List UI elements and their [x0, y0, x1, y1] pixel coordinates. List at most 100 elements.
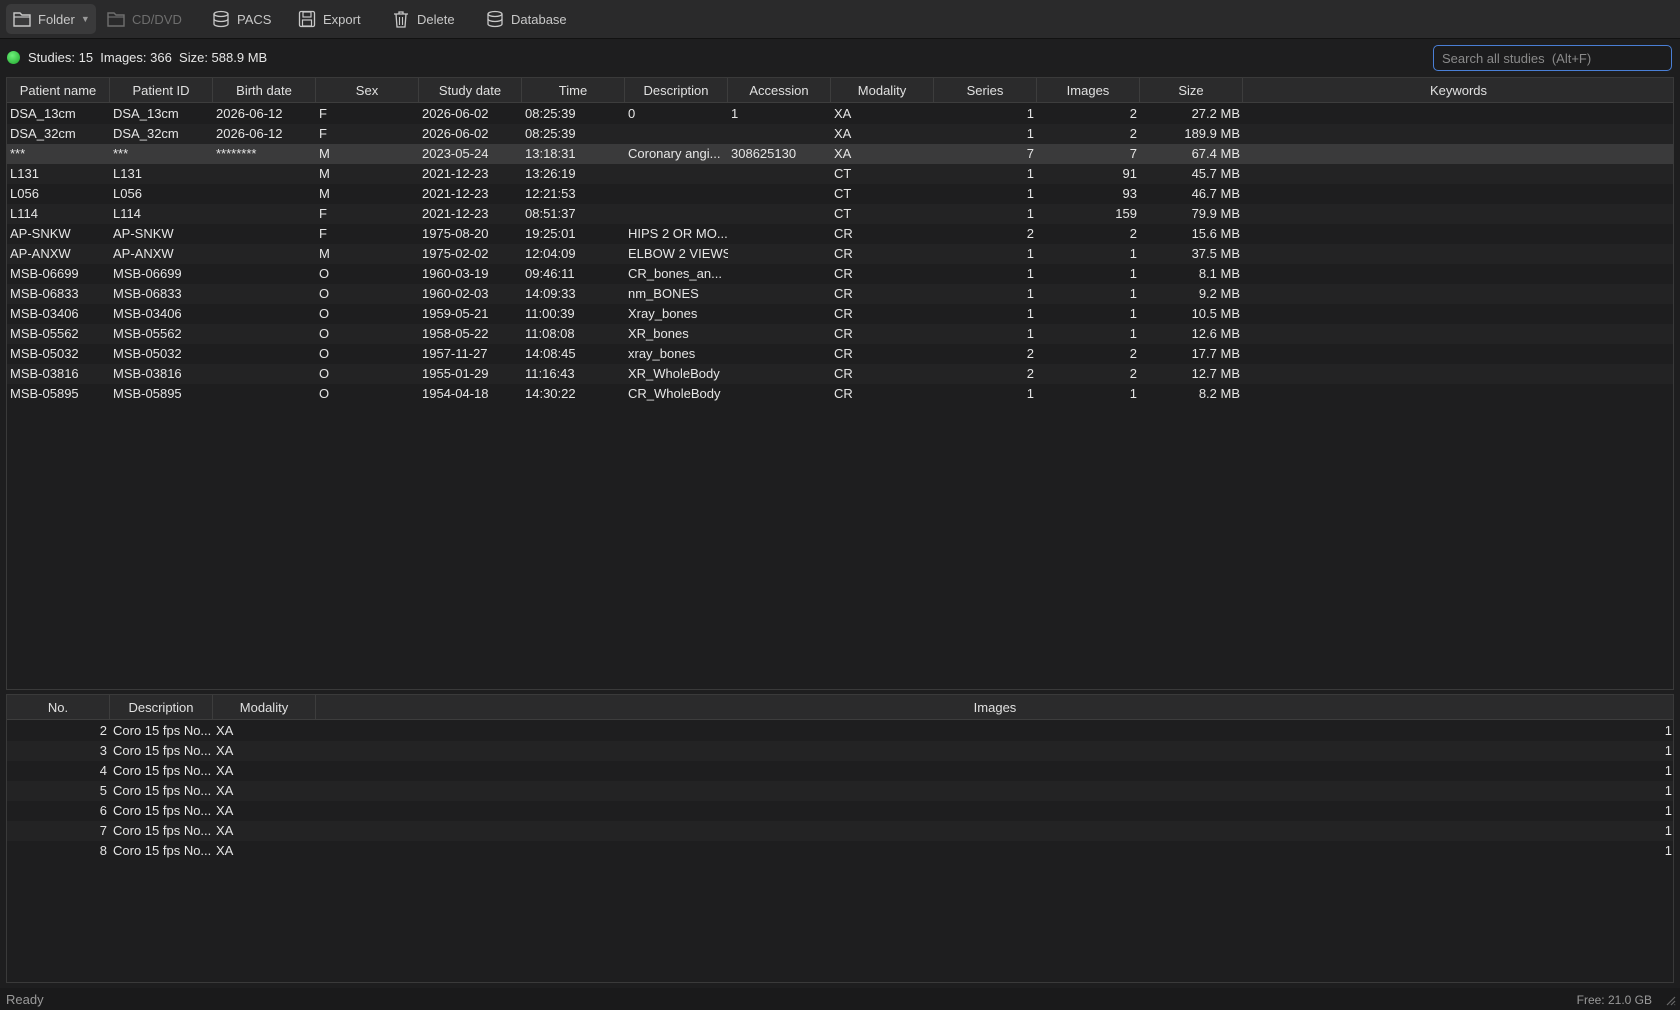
cell-patient-name: AP-ANXW	[10, 246, 71, 261]
table-row[interactable]: MSB-03406 MSB-03406 O 1959-05-21 11:00:39 Xra…	[7, 304, 1673, 324]
table-row[interactable]: 4 Coro 15 fps No... XA 1	[7, 761, 1673, 781]
cell-size: 79.9 MB	[1191, 206, 1240, 221]
table-row[interactable]: 6 Coro 15 fps No... XA 1	[7, 801, 1673, 821]
cell-description: CR_bones_an...	[628, 266, 722, 281]
cell-patient-id: MSB-06833	[113, 286, 182, 301]
table-row[interactable]: MSB-03816 MSB-03816 O 1955-01-29 11:16:43 XR_…	[7, 364, 1673, 384]
cell-images: 1	[1664, 803, 1672, 818]
cell-time: 19:25:01	[525, 226, 576, 241]
cell-series: 1	[1026, 126, 1034, 141]
cell-patient-name: L114	[10, 206, 38, 221]
cell-modality: CR	[834, 326, 853, 341]
column-header-patient-id[interactable]: Patient ID	[110, 78, 213, 103]
table-row[interactable]: 5 Coro 15 fps No... XA 1	[7, 781, 1673, 801]
cell-time: 12:21:53	[525, 186, 576, 201]
column-header-images[interactable]: Images	[316, 695, 1673, 720]
table-row[interactable]: 2 Coro 15 fps No... XA 1	[7, 721, 1673, 741]
cell-time: 14:08:45	[525, 346, 576, 361]
cell-description: Coronary angi...	[628, 146, 721, 161]
cell-patient-id: ***	[113, 146, 129, 161]
cell-modality: XA	[834, 106, 852, 121]
cell-series: 7	[1026, 146, 1034, 161]
studies-table: Patient name Patient ID Birth date Sex Study…	[6, 77, 1674, 690]
pacs-button[interactable]: PACS	[211, 4, 271, 34]
cell-description	[625, 164, 728, 184]
column-header-images[interactable]: Images	[1037, 78, 1140, 103]
column-header-modality[interactable]: Modality	[213, 695, 316, 720]
cell-patient-name: MSB-05562	[10, 326, 79, 341]
cell-series: 1	[1026, 106, 1034, 121]
column-header-keywords[interactable]: Keywords	[1243, 78, 1673, 103]
cell-sex: O	[319, 326, 330, 341]
cell-study-date: 1954-04-18	[422, 386, 489, 401]
cell-birth-date: 2026-06-12	[216, 126, 283, 141]
resize-grip-icon[interactable]	[1664, 994, 1676, 1006]
cell-study-date: 1958-05-22	[422, 326, 489, 341]
folder-button[interactable]: Folder ▼	[6, 4, 96, 34]
cell-size: 9.2 MB	[1198, 286, 1240, 301]
column-header-sex[interactable]: Sex	[316, 78, 419, 103]
table-row[interactable]: MSB-05895 MSB-05895 O 1954-04-18 14:30:22 CR_…	[7, 384, 1673, 404]
table-row[interactable]: DSA_13cm DSA_13cm 2026-06-12 F 2026-06-02 08:…	[7, 104, 1673, 124]
search-input[interactable]	[1433, 45, 1672, 71]
table-row[interactable]: 7 Coro 15 fps No... XA 1	[7, 821, 1673, 841]
table-row[interactable]: MSB-06699 MSB-06699 O 1960-03-19 09:46:11 CR_…	[7, 264, 1673, 284]
export-button[interactable]: Export	[297, 4, 361, 34]
column-header-size[interactable]: Size	[1140, 78, 1243, 103]
table-row[interactable]: L114 L114 F 2021-12-23 08:51:37 CT 1 159 79.9 MB	[7, 204, 1673, 224]
table-row[interactable]: 8 Coro 15 fps No... XA 1	[7, 841, 1673, 861]
cell-study-date: 2023-05-24	[422, 146, 489, 161]
column-header-time[interactable]: Time	[522, 78, 625, 103]
cell-description: XR_WholeBody	[628, 366, 720, 381]
chevron-down-icon[interactable]: ▼	[81, 14, 90, 24]
database-button[interactable]: Database	[485, 4, 567, 34]
cell-study-date: 2026-06-02	[422, 106, 489, 121]
column-header-birth-date[interactable]: Birth date	[213, 78, 316, 103]
column-header-description[interactable]: Description	[110, 695, 213, 720]
cell-series: 1	[1026, 166, 1034, 181]
cell-size: 37.5 MB	[1191, 246, 1240, 261]
cell-modality: CR	[834, 366, 853, 381]
table-row[interactable]: AP-ANXW AP-ANXW M 1975-02-02 12:04:09 ELBOW 2…	[7, 244, 1673, 264]
column-header-accession[interactable]: Accession	[728, 78, 831, 103]
cell-size: 45.7 MB	[1191, 166, 1240, 181]
table-row[interactable]: *** *** ******** M 2023-05-24 13:18:31 Coronar…	[7, 144, 1673, 164]
column-header-series[interactable]: Series	[934, 78, 1037, 103]
table-row[interactable]: MSB-06833 MSB-06833 O 1960-02-03 14:09:33 nm_…	[7, 284, 1673, 304]
table-row[interactable]: 3 Coro 15 fps No... XA 1	[7, 741, 1673, 761]
database-icon	[485, 10, 505, 28]
cell-modality: XA	[216, 843, 234, 858]
cell-images: 2	[1129, 126, 1137, 141]
column-header-number[interactable]: No.	[7, 695, 110, 720]
table-row[interactable]: AP-SNKW AP-SNKW F 1975-08-20 19:25:01 HIPS 2 …	[7, 224, 1673, 244]
column-header-modality[interactable]: Modality	[831, 78, 934, 103]
toolbar: Folder ▼ CD/DVD PACS Export Delete Datab…	[0, 0, 1680, 39]
cell-birth-date	[213, 324, 316, 344]
cell-images: 1	[1129, 306, 1137, 321]
column-header-description[interactable]: Description	[625, 78, 728, 103]
cell-modality: XA	[834, 126, 852, 141]
cell-accession	[728, 364, 831, 384]
cell-series: 1	[1026, 186, 1034, 201]
cell-time: 13:18:31	[525, 146, 576, 161]
cell-accession: 308625130	[731, 146, 797, 161]
column-header-study-date[interactable]: Study date	[419, 78, 522, 103]
table-row[interactable]: DSA_32cm DSA_32cm 2026-06-12 F 2026-06-02 08:…	[7, 124, 1673, 144]
cell-description: Coro 15 fps No...	[113, 743, 212, 758]
folder-icon	[12, 10, 32, 28]
table-row[interactable]: MSB-05032 MSB-05032 O 1957-11-27 14:08:45 xra…	[7, 344, 1673, 364]
folder-icon	[106, 10, 126, 28]
delete-button[interactable]: Delete	[391, 4, 455, 34]
cell-patient-name: DSA_13cm	[10, 106, 76, 121]
cell-time: 11:00:39	[525, 306, 575, 321]
cell-time: 11:08:08	[525, 326, 575, 341]
table-row[interactable]: L056 L056 M 2021-12-23 12:21:53 CT 1 93 46.7 MB	[7, 184, 1673, 204]
table-row[interactable]: L131 L131 M 2021-12-23 13:26:19 CT 1 91 45.7 MB	[7, 164, 1673, 184]
cell-modality: CR	[834, 266, 853, 281]
cell-study-date: 2021-12-23	[422, 166, 489, 181]
cell-size: 189.9 MB	[1184, 126, 1240, 141]
cddvd-button[interactable]: CD/DVD	[106, 4, 182, 34]
column-header-patient-name[interactable]: Patient name	[7, 78, 110, 103]
cell-images: 159	[1115, 206, 1137, 221]
table-row[interactable]: MSB-05562 MSB-05562 O 1958-05-22 11:08:08 XR_…	[7, 324, 1673, 344]
